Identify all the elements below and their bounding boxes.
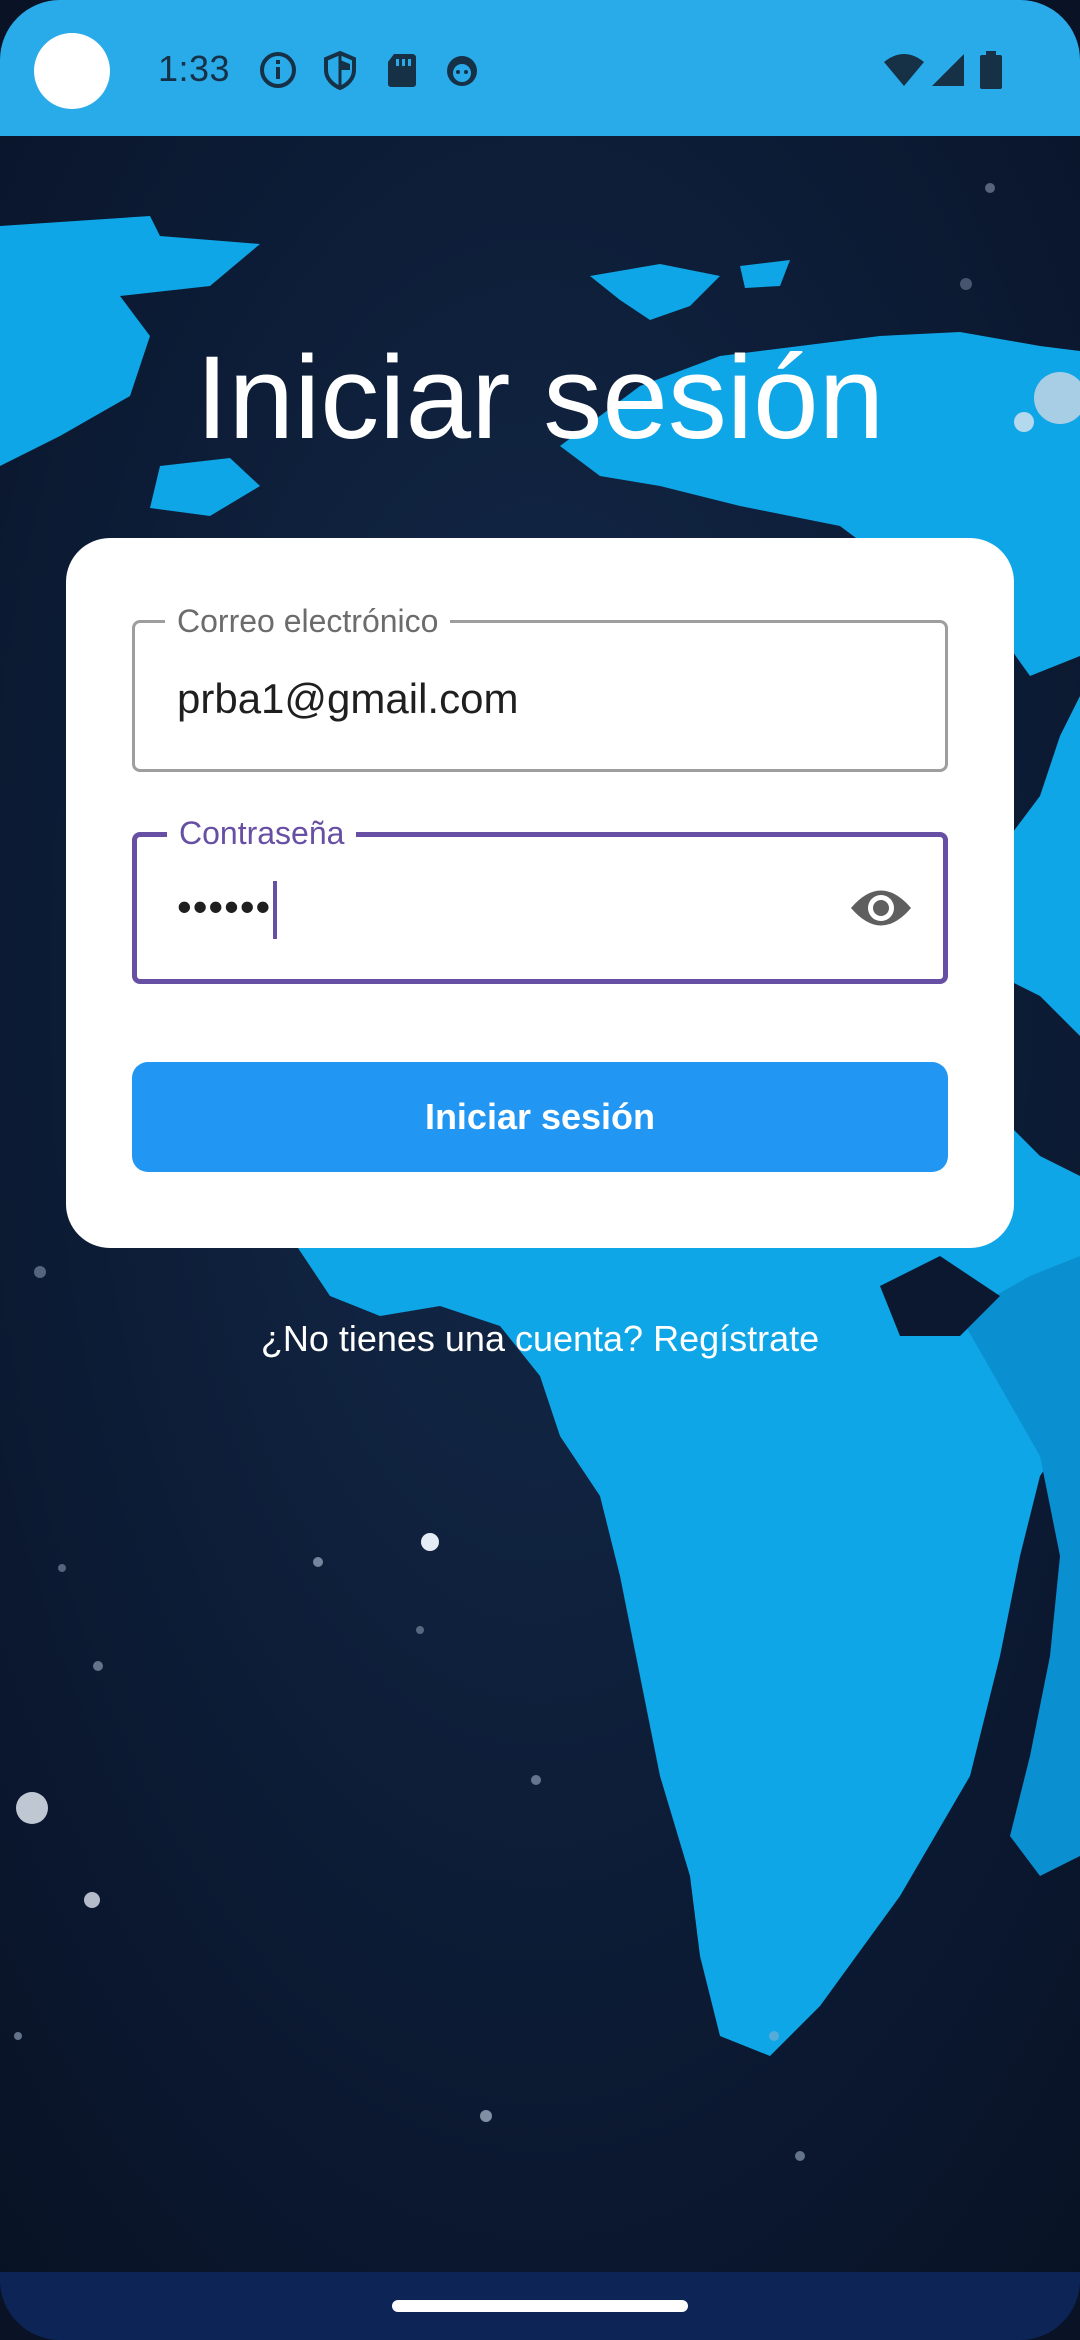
- email-field-label: Correo electrónico: [165, 601, 451, 641]
- phone-screen: 1:33 Iniciar sesión Correo electrónico p…: [0, 0, 1080, 2340]
- signup-link[interactable]: ¿No tienes una cuenta? Regístrate: [0, 1318, 1080, 1360]
- battery-icon: [980, 51, 1002, 89]
- email-field[interactable]: Correo electrónico prba1@gmail.com: [132, 601, 948, 772]
- page-title: Iniciar sesión: [195, 332, 885, 464]
- email-field-value[interactable]: prba1@gmail.com: [177, 675, 518, 723]
- status-bar: 1:33: [0, 0, 1080, 136]
- android-debug-icon: [447, 56, 477, 86]
- eye-icon[interactable]: [849, 881, 913, 935]
- password-field-label: Contraseña: [167, 813, 357, 853]
- camera-cutout: [34, 33, 110, 109]
- password-field-value[interactable]: ••••••: [177, 881, 278, 939]
- cellular-signal-icon: [932, 54, 964, 86]
- shield-icon: [324, 50, 356, 90]
- home-indicator[interactable]: [392, 2300, 688, 2312]
- info-icon: [260, 52, 296, 88]
- sd-card-icon: [388, 54, 416, 87]
- password-masked-text: ••••••: [177, 883, 272, 931]
- login-card: Correo electrónico prba1@gmail.com Contr…: [66, 538, 1014, 1248]
- login-button[interactable]: Iniciar sesión: [132, 1062, 948, 1172]
- status-time: 1:33: [158, 48, 231, 89]
- text-cursor: [273, 881, 278, 939]
- wifi-icon: [884, 54, 924, 86]
- password-field[interactable]: Contraseña ••••••: [132, 813, 948, 984]
